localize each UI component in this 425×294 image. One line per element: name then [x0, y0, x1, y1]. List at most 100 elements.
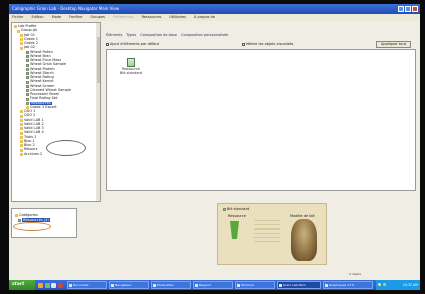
checkbox-icon[interactable]	[242, 42, 245, 46]
page-icon	[26, 97, 29, 101]
checkbox-icon[interactable]	[106, 42, 109, 46]
folder-icon	[20, 148, 23, 152]
preview-title: Blé standard	[227, 207, 250, 211]
folder-icon	[20, 127, 23, 131]
page-icon	[26, 50, 29, 54]
page-icon	[26, 93, 29, 97]
folder-icon	[20, 33, 23, 37]
folder-icon	[20, 46, 23, 50]
task-graphics[interactable]: Graphiques 17.5	[323, 281, 373, 289]
green-glass-image	[230, 221, 239, 239]
page-icon	[18, 218, 21, 222]
folder-icon	[20, 123, 23, 127]
show-objects-option[interactable]: Mettre les objets visualisés	[242, 42, 293, 46]
options-toolbar: Ajout d'éléments par défaut Mettre les o…	[106, 41, 416, 48]
default-elements-option[interactable]: Ajout d'éléments par défaut	[106, 42, 159, 46]
resource-preview: Blé standard Ressource Modèle de blé	[217, 203, 327, 265]
page-icon	[26, 89, 29, 93]
folder-icon	[20, 42, 23, 46]
menu-resources[interactable]: Ressources	[142, 14, 162, 21]
desktop-icon[interactable]	[51, 282, 56, 288]
folder-icon	[20, 114, 23, 118]
quick-launch	[38, 282, 63, 288]
resource-icon	[127, 58, 135, 67]
menu-edit[interactable]: Edition	[31, 14, 43, 21]
window-controls	[398, 6, 418, 12]
folder-icon	[20, 118, 23, 122]
minimize-button[interactable]	[398, 6, 404, 12]
system-tray: 10:32 AM	[376, 280, 420, 290]
category-panel: Catégories Ressources (4)	[11, 208, 77, 238]
tree-highlight-callout	[46, 140, 86, 156]
page-icon	[26, 101, 29, 105]
taskbar: start Document Navigateur Explorateur Ra…	[9, 280, 420, 290]
page-icon	[26, 67, 29, 71]
folder-icon	[20, 38, 23, 42]
apply-all-button[interactable]: Appliquer tout	[376, 41, 412, 48]
clock: 10:32 AM	[402, 283, 418, 287]
menu-window[interactable]: Fenêtre	[69, 14, 82, 21]
folder-icon	[15, 213, 18, 217]
tab-types[interactable]: Types	[126, 33, 136, 37]
tab-bar: Éléments Types Composition de base Compo…	[106, 33, 228, 37]
browser-icon[interactable]	[38, 282, 43, 288]
folder-icon	[20, 144, 23, 148]
preview-header: Blé standard	[223, 207, 249, 211]
task-report[interactable]: Rapport	[193, 281, 233, 289]
folder-icon	[20, 135, 23, 139]
resource-item[interactable]: Ressource Blé standard	[119, 58, 143, 75]
page-icon	[26, 63, 29, 67]
window-title: Calligraphic Grain Lab - Desktop Navigat…	[12, 6, 120, 11]
resource-sublabel: Blé standard	[119, 70, 143, 75]
folder-icon	[20, 140, 23, 144]
tab-elements[interactable]: Éléments	[106, 33, 122, 37]
menu-preferences[interactable]: Préférences	[113, 14, 134, 21]
menu-about[interactable]: À propos de	[194, 14, 215, 21]
media-icon[interactable]	[44, 282, 50, 288]
page-icon	[26, 55, 29, 59]
task-explorer[interactable]: Explorateur	[151, 281, 191, 289]
tab-custom-composition[interactable]: Composition personnalisée	[181, 33, 228, 37]
preview-col1-label: Ressource	[228, 214, 246, 218]
task-grain-lab[interactable]: Grain Lab Main	[277, 281, 321, 289]
page-icon	[26, 72, 29, 76]
task-navigator[interactable]: Navigateur	[109, 281, 149, 289]
preview-faint-lines	[254, 220, 280, 245]
category-root[interactable]: Catégories	[15, 213, 38, 217]
tree-scrollbar[interactable]	[96, 23, 100, 201]
category-highlight-callout	[13, 222, 51, 231]
tree-panel: Lab Profile Group-Jbi Job 01 Grade 1 Grade 2…	[11, 22, 101, 202]
menu-file[interactable]: Fichier	[12, 14, 23, 21]
app-icon[interactable]	[57, 282, 63, 288]
tree-item-label: Archives 2	[24, 151, 43, 156]
folder-icon	[20, 152, 23, 156]
page-icon	[26, 59, 29, 63]
maximize-button[interactable]	[405, 6, 411, 12]
status-text: 4 objets	[349, 272, 362, 276]
monitor-screen: Calligraphic Grain Lab - Desktop Navigat…	[9, 4, 420, 290]
menu-utilities[interactable]: Utilitaires	[169, 14, 186, 21]
folder-icon	[17, 29, 20, 33]
tree-scroll-thumb[interactable]	[96, 37, 100, 83]
folder-icon	[20, 131, 23, 135]
category-label: Catégories	[19, 213, 38, 217]
security-icon[interactable]	[383, 283, 386, 286]
folder-icon	[20, 110, 23, 114]
tab-base-composition[interactable]: Composition de base	[140, 33, 177, 37]
start-button[interactable]: start	[9, 280, 35, 290]
task-terminal[interactable]: Terminal	[235, 281, 275, 289]
page-icon	[26, 84, 29, 88]
network-icon[interactable]	[378, 283, 381, 286]
window-titlebar: Calligraphic Grain Lab - Desktop Navigat…	[9, 4, 420, 14]
elements-view: Ressource Blé standard	[106, 49, 416, 191]
menu-mode[interactable]: Mode	[52, 14, 62, 21]
task-document[interactable]: Document	[67, 281, 107, 289]
close-button[interactable]	[412, 6, 418, 12]
option-label: Ajout d'éléments par défaut	[110, 42, 160, 46]
preview-col2-label: Modèle de blé	[290, 214, 315, 218]
page-icon	[26, 76, 29, 80]
tree-item[interactable]: Archives 2	[20, 151, 43, 157]
wheat-grain-image	[291, 219, 317, 261]
menubar: Fichier Edition Mode Fenêtre Groupes Pré…	[9, 14, 420, 21]
menu-groups[interactable]: Groupes	[90, 14, 105, 21]
